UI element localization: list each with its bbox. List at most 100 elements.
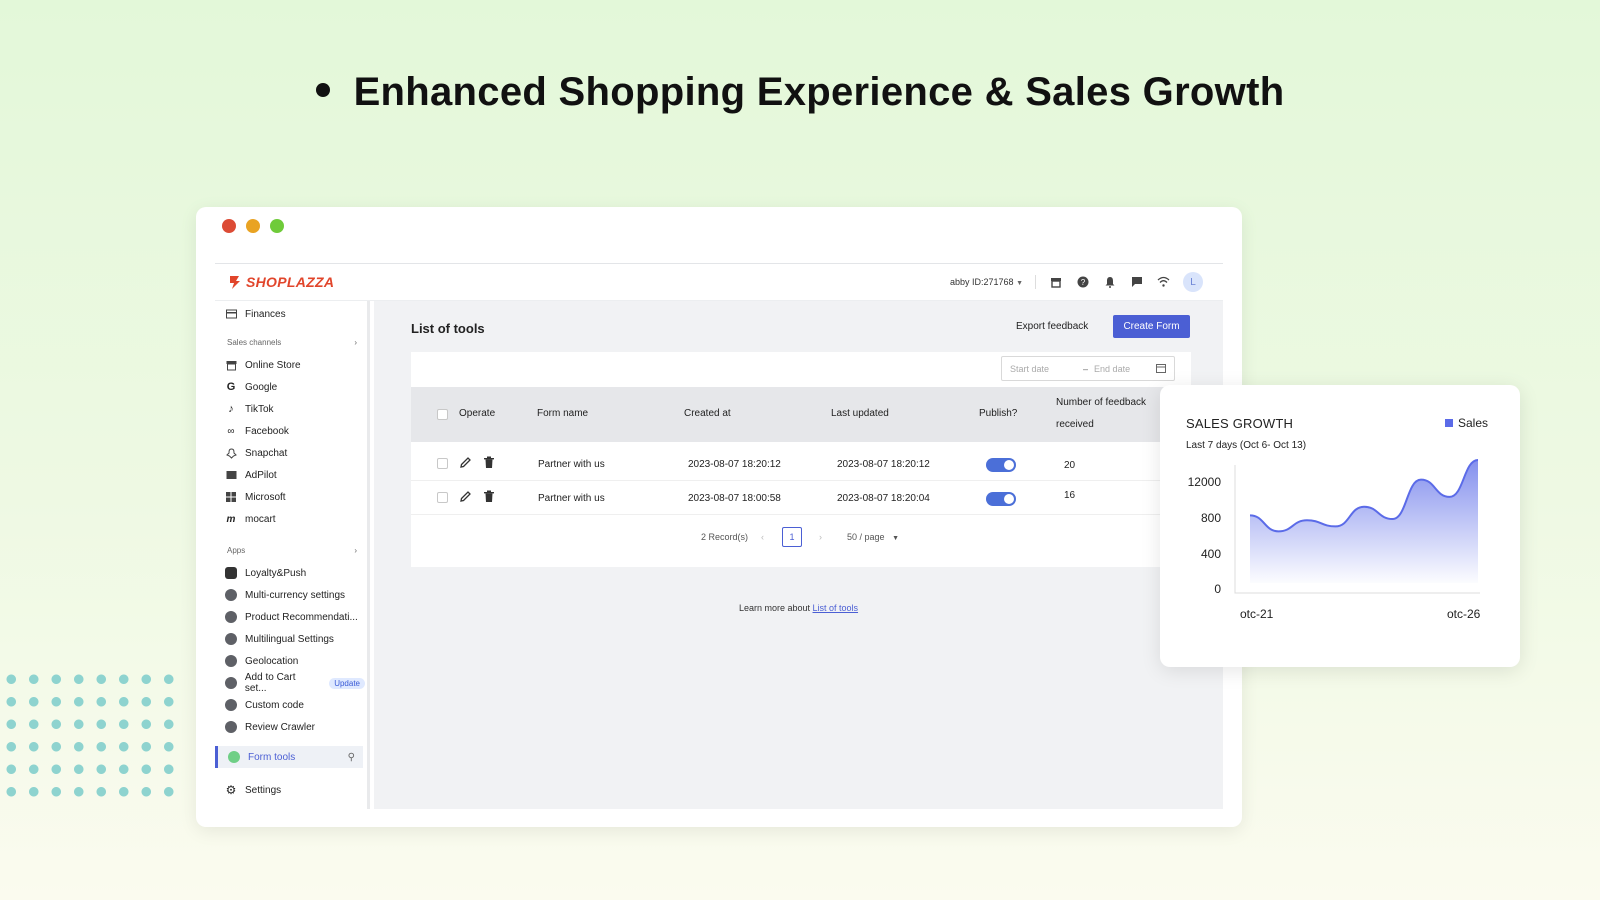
sales-chart: 12000 800 400 0 otc-21 otc-26 (1188, 459, 1481, 621)
select-all-checkbox[interactable] (437, 409, 448, 420)
divider (1035, 275, 1036, 289)
sidebar-item-settings[interactable]: ⚙ Settings (215, 779, 365, 801)
chevron-right-icon: › (354, 338, 357, 347)
row-checkbox[interactable] (437, 458, 448, 469)
main-content: List of tools Export feedback Create For… (374, 301, 1223, 809)
column-last-updated: Last updated (831, 408, 889, 419)
sidebar-item-facebook[interactable]: ∞ Facebook (215, 420, 365, 442)
review-app-icon (225, 721, 237, 733)
bullet-icon (315, 83, 330, 98)
sidebar-item-mocart[interactable]: m mocart (215, 508, 365, 530)
sales-channels-section[interactable]: Sales channels › (227, 338, 357, 347)
publish-toggle[interactable] (986, 458, 1016, 472)
sidebar-item-label: Finances (245, 308, 286, 320)
chat-icon[interactable] (1129, 275, 1144, 290)
wifi-icon[interactable] (1156, 275, 1171, 290)
publish-toggle[interactable] (986, 492, 1016, 506)
snapchat-icon (225, 447, 237, 459)
sidebar-item-adpilot[interactable]: AdPilot (215, 464, 365, 486)
sidebar-item-geolocation[interactable]: Geolocation (215, 650, 365, 672)
top-bar: SHOPLAZZA abby ID:271768 ▼ ? L (215, 264, 1223, 301)
table-header: Operate Form name Created at Last update… (411, 387, 1191, 442)
column-feedback-count-line2: received (1056, 419, 1094, 430)
sidebar-item-product-recommendation[interactable]: Product Recommendati... (215, 606, 365, 628)
sidebar-item-custom-code[interactable]: Custom code (215, 694, 365, 716)
minimize-window-button[interactable] (246, 219, 260, 233)
update-badge[interactable]: Update (329, 677, 365, 689)
sidebar-item-finances[interactable]: Finances (215, 303, 365, 325)
headline: Enhanced Shopping Experience & Sales Gro… (0, 70, 1600, 115)
delete-icon[interactable] (483, 490, 495, 506)
mocart-icon: m (226, 513, 236, 525)
end-date-input[interactable]: End date (1094, 364, 1130, 374)
sidebar-item-label: Multi-currency settings (245, 589, 346, 601)
y-tick-label: 400 (1201, 547, 1221, 561)
store-icon[interactable] (1048, 275, 1063, 290)
sidebar-item-form-tools[interactable]: Form tools ⚲ (215, 746, 363, 768)
sidebar-item-microsoft[interactable]: Microsoft (215, 486, 365, 508)
sidebar-item-review-crawler[interactable]: Review Crawler (215, 716, 365, 738)
sidebar-item-label: AdPilot (245, 469, 277, 481)
sidebar-item-google[interactable]: G Google (215, 376, 365, 398)
sidebar-item-label: Add to Cart set... (244, 672, 296, 694)
section-label: Apps (227, 546, 246, 555)
sidebar-item-label: Facebook (245, 425, 289, 437)
shoplazza-logo-icon (230, 276, 240, 289)
sidebar-item-snapchat[interactable]: Snapchat (215, 442, 365, 464)
adpilot-icon (225, 469, 237, 481)
account-selector[interactable]: abby ID:271768 ▼ (950, 277, 1023, 287)
finance-icon (225, 308, 237, 320)
prev-page-icon[interactable]: ‹ (761, 532, 764, 542)
sidebar-item-multi-currency[interactable]: Multi-currency settings (215, 584, 365, 606)
export-feedback-button[interactable]: Export feedback (1016, 321, 1088, 332)
sidebar-item-label: Settings (245, 784, 282, 796)
y-tick-label: 800 (1201, 511, 1221, 525)
sidebar-item-online-store[interactable]: Online Store (215, 354, 365, 376)
sidebar-item-loyalty-push[interactable]: Loyalty&Push (215, 562, 365, 584)
tiktok-icon: ♪ (228, 403, 234, 415)
start-date-input[interactable]: Start date (1010, 364, 1049, 374)
avatar[interactable]: L (1183, 272, 1203, 292)
list-of-tools-link[interactable]: List of tools (813, 603, 859, 613)
maximize-window-button[interactable] (270, 219, 284, 233)
window-controls (222, 219, 284, 233)
apps-section[interactable]: Apps › (227, 546, 357, 555)
logo-text: SHOPLAZZA (246, 274, 335, 290)
sidebar-item-add-to-cart[interactable]: Add to Cart set... Update (215, 672, 365, 694)
headline-text: Enhanced Shopping Experience & Sales Gro… (353, 70, 1285, 114)
bell-icon[interactable] (1102, 275, 1117, 290)
date-range-picker[interactable]: Start date – End date (1001, 356, 1175, 381)
logo[interactable]: SHOPLAZZA (227, 274, 334, 290)
decorative-dot-grid (0, 668, 175, 798)
row-checkbox[interactable] (437, 492, 448, 503)
table-row[interactable]: Partner with us 2023-08-07 18:20:12 2023… (411, 447, 1191, 481)
sidebar-item-label: TikTok (245, 403, 274, 415)
x-tick-label: otc-21 (1240, 607, 1274, 621)
edit-icon[interactable] (459, 456, 472, 472)
app-window: SHOPLAZZA abby ID:271768 ▼ ? L Finances … (196, 207, 1242, 827)
pin-icon[interactable]: ⚲ (348, 752, 355, 763)
gear-icon: ⚙ (225, 783, 237, 797)
delete-icon[interactable] (483, 456, 495, 472)
form-name-cell[interactable]: Partner with us (538, 493, 605, 504)
calendar-icon[interactable] (1156, 363, 1166, 375)
meta-icon: ∞ (227, 425, 235, 437)
form-name-cell[interactable]: Partner with us (538, 459, 605, 470)
create-form-button[interactable]: Create Form (1113, 315, 1190, 338)
edit-icon[interactable] (459, 490, 472, 506)
y-tick-label: 0 (1214, 582, 1221, 596)
next-page-icon[interactable]: › (819, 532, 822, 542)
last-updated-cell: 2023-08-07 18:20:04 (837, 493, 930, 504)
close-window-button[interactable] (222, 219, 236, 233)
page-size-select[interactable]: 50 / page ▼ (847, 532, 899, 542)
column-form-name: Form name (537, 408, 589, 419)
sales-growth-card: SALES GROWTH Last 7 days (Oct 6- Oct 13)… (1160, 385, 1520, 667)
sidebar-item-tiktok[interactable]: ♪ TikTok (215, 398, 365, 420)
sidebar-item-multilingual[interactable]: Multilingual Settings (215, 628, 365, 650)
caret-down-icon: ▼ (1016, 280, 1023, 287)
help-icon[interactable]: ? (1075, 275, 1090, 290)
geolocation-app-icon (225, 655, 237, 667)
sidebar-item-label: Loyalty&Push (245, 567, 307, 579)
page-number-button[interactable]: 1 (782, 527, 802, 547)
table-row[interactable]: Partner with us 2023-08-07 18:00:58 2023… (411, 481, 1191, 515)
